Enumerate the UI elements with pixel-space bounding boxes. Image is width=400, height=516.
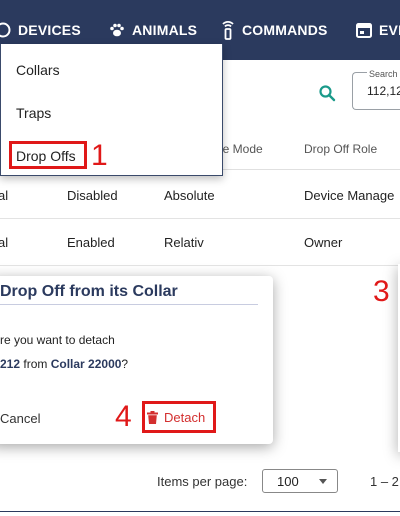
cell: al xyxy=(0,235,9,250)
detach-button[interactable]: Detach xyxy=(147,410,205,425)
dialog-divider xyxy=(0,304,258,305)
menu-item-traps[interactable]: Traps xyxy=(16,105,51,121)
calendar-icon xyxy=(356,23,372,38)
search-value: 112,121 xyxy=(367,84,400,98)
cell: Device Manage xyxy=(304,188,395,203)
collar-name: Collar 22000 xyxy=(50,357,122,371)
dialog-message-end: ? xyxy=(121,357,129,371)
table-row[interactable]: al Disabled Absolute Device Manage xyxy=(0,172,400,219)
search-label: Search xyxy=(367,69,400,79)
table-row[interactable]: al Enabled Relativ Owner xyxy=(0,219,400,266)
detach-button-label: Detach xyxy=(164,410,206,425)
nav-devices-label: DEVICES xyxy=(18,22,81,38)
detach-dialog: Drop Off from its Collar re you want to … xyxy=(0,276,273,444)
annotation-1: 1 xyxy=(91,139,108,172)
bottom-divider xyxy=(0,511,400,512)
nav-events[interactable]: EVE xyxy=(355,0,400,60)
antenna-icon xyxy=(222,21,234,40)
dialog-title: Drop Off from its Collar xyxy=(0,283,178,300)
cell: al xyxy=(0,188,9,203)
dialog-message-line1: re you want to detach xyxy=(0,333,115,347)
cell: Disabled xyxy=(67,188,118,203)
page-size-value: 100 xyxy=(277,474,299,489)
drop-off-id: 212 xyxy=(0,357,21,371)
trash-icon xyxy=(147,411,158,424)
nav-commands-label: COMMANDS xyxy=(242,22,328,38)
header-drop-mode[interactable]: ne Mode xyxy=(216,142,263,156)
annotation-3: 3 xyxy=(373,275,390,308)
items-per-page-label: Items per page: xyxy=(157,474,248,489)
header-drop-off-role[interactable]: Drop Off Role xyxy=(304,142,377,156)
chevron-down-icon xyxy=(319,479,327,484)
cell: Enabled xyxy=(67,235,115,250)
cancel-button[interactable]: Cancel xyxy=(0,411,40,426)
cell: Owner xyxy=(304,235,343,250)
dialog-message-from: from xyxy=(20,357,51,371)
devices-icon xyxy=(0,22,11,38)
highlight-box-drop-offs xyxy=(9,141,87,169)
search-icon[interactable] xyxy=(318,84,336,102)
menu-item-collars[interactable]: Collars xyxy=(16,62,60,78)
cell: Absolute xyxy=(164,188,215,203)
nav-commands[interactable]: COMMANDS xyxy=(220,0,328,60)
page-size-select[interactable]: 100 xyxy=(262,469,338,493)
annotation-4: 4 xyxy=(115,400,132,433)
page-range: 1 – 2 xyxy=(370,474,399,489)
paw-icon xyxy=(110,23,124,37)
dialog-message-line2: 212 from Collar 22000? xyxy=(0,357,128,371)
cell: Relativ xyxy=(164,235,204,250)
nav-animals-label: ANIMALS xyxy=(132,22,198,38)
nav-events-label: EVE xyxy=(379,22,400,38)
devices-dropdown-menu: Collars Traps Drop Offs xyxy=(0,44,223,176)
